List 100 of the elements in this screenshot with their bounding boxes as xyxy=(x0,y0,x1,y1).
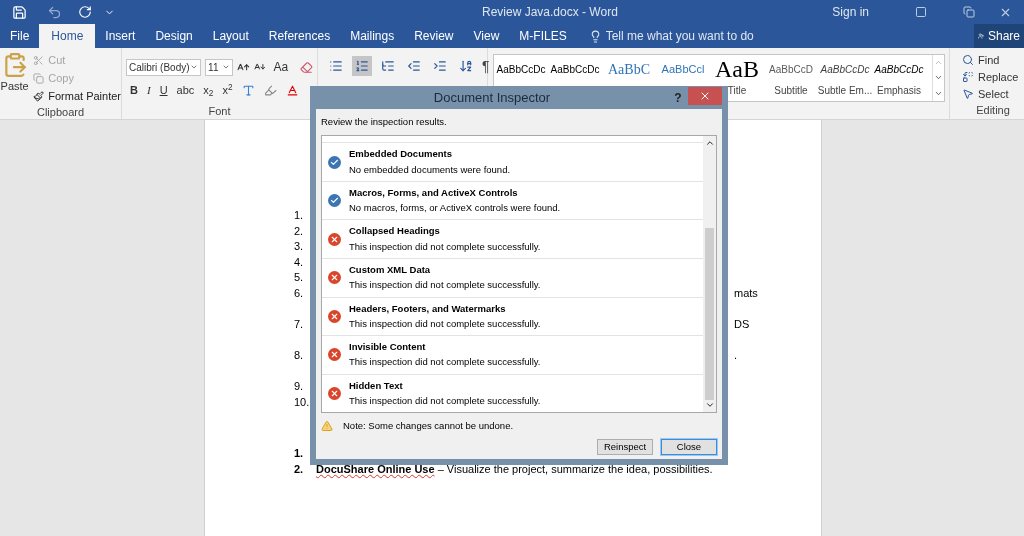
result-title: Collapsed Headings xyxy=(349,224,441,239)
ribbon-tab[interactable]: Insert xyxy=(95,24,146,48)
format-button[interactable]: B xyxy=(130,82,138,99)
format-button[interactable]: U xyxy=(159,82,168,99)
paste-button[interactable]: Paste xyxy=(0,52,30,104)
editing-button[interactable]: Select xyxy=(962,85,1024,103)
error-icon xyxy=(328,387,341,400)
font-size-field[interactable]: 11 xyxy=(205,58,233,76)
dropdown-icon xyxy=(221,63,230,71)
tell-me-placeholder: Tell me what you want to do xyxy=(605,28,754,45)
result-title: Headers, Footers, and Watermarks xyxy=(349,301,507,316)
ribbon-tab[interactable]: View xyxy=(463,24,510,48)
change-case-button[interactable]: Aa xyxy=(273,58,289,76)
ribbon-tab[interactable]: Home xyxy=(39,24,96,48)
paragraph-button[interactable] xyxy=(352,56,372,76)
ribbon-tab[interactable]: Layout xyxy=(202,24,259,48)
clipboard-action[interactable]: Format Painter xyxy=(33,88,121,104)
result-title: Invisible Content xyxy=(349,340,427,355)
list-number: 2. xyxy=(294,461,305,477)
select-icon xyxy=(962,88,974,101)
outdent-icon xyxy=(407,59,421,73)
result-detail: This inspection did not complete successfully. xyxy=(349,316,541,331)
style-item[interactable]: AaB Title xyxy=(710,55,764,101)
list-text: DocuShare Online Use – Visualize the project, summarize the idea, possibilities. xyxy=(316,461,713,477)
error-icon xyxy=(328,271,341,285)
list-number: 7. xyxy=(294,316,305,332)
group-label: Font xyxy=(207,103,232,119)
save-icon[interactable] xyxy=(12,4,27,20)
style-item[interactable]: AaBbCcD Subtitle xyxy=(764,55,818,101)
multilevel-icon xyxy=(381,59,395,73)
sort-icon xyxy=(459,59,473,73)
list-number: 1. xyxy=(294,446,305,461)
redo-icon[interactable] xyxy=(78,5,92,19)
error-icon xyxy=(328,348,341,362)
pilcrow-button[interactable]: ¶ xyxy=(482,56,490,76)
list-number: 8. xyxy=(294,347,305,363)
text-fragment: . xyxy=(734,347,738,361)
warning-icon xyxy=(321,420,333,433)
text-fragment: mats xyxy=(734,285,758,299)
highlighter-icon[interactable] xyxy=(263,83,277,97)
copy-icon xyxy=(33,72,45,84)
share-button[interactable]: Share xyxy=(974,24,1024,48)
list-number: 9. xyxy=(294,378,305,394)
dialog-button[interactable]: Reinspect xyxy=(597,438,653,455)
list-number: 5. xyxy=(294,270,305,285)
style-item[interactable]: AaBbCcDc Emphasis xyxy=(872,55,926,101)
window-title: Review Java.docx - Word xyxy=(482,4,618,21)
font-color-icon[interactable] xyxy=(285,83,299,97)
error-icon xyxy=(328,232,341,246)
numbering-icon xyxy=(355,59,369,73)
result-detail: This inspection did not complete successfully. xyxy=(349,278,541,293)
result-title: Custom XML Data xyxy=(349,263,432,277)
ribbon-tab[interactable]: M-FILES xyxy=(509,24,577,48)
note-text: Note: Some changes cannot be undone. xyxy=(343,419,514,434)
dialog-button[interactable]: Close xyxy=(661,438,717,455)
group-label: Clipboard xyxy=(35,105,86,120)
shrink-font-icon[interactable] xyxy=(253,61,266,73)
list-number: 6. xyxy=(294,285,305,301)
help-button[interactable]: ? xyxy=(668,88,688,107)
ribbon-display-icon[interactable] xyxy=(915,6,927,18)
format-button[interactable]: abc xyxy=(176,82,195,99)
tell-me-field[interactable]: Tell me what you want to do xyxy=(588,24,754,48)
ribbon-tab[interactable]: File xyxy=(0,24,40,48)
format-button[interactable]: x$_{2}$ xyxy=(203,82,214,99)
ribbon-tab[interactable]: Mailings xyxy=(340,24,405,48)
list-number: 4. xyxy=(294,254,305,270)
result-detail: This inspection did not complete successfully. xyxy=(349,239,541,254)
ribbon-tab[interactable]: Design xyxy=(145,24,203,48)
error-icon xyxy=(328,309,341,323)
list-number: 3. xyxy=(294,239,305,254)
painter-icon xyxy=(33,90,45,102)
editing-button[interactable]: Find xyxy=(962,52,1024,69)
editing-button[interactable]: Replace xyxy=(962,68,1024,86)
result-title: Embedded Documents xyxy=(349,147,453,162)
restore-icon[interactable] xyxy=(963,6,975,18)
indent-icon xyxy=(433,59,447,73)
result-title: Macros, Forms, and ActiveX Controls xyxy=(349,185,519,200)
scrollbar[interactable] xyxy=(703,136,716,413)
ribbon-tab[interactable]: References xyxy=(258,24,341,48)
dialog-title: Document Inspector xyxy=(432,88,552,107)
format-button[interactable]: x$^{2}$ xyxy=(222,82,233,99)
cut-icon xyxy=(33,54,45,66)
find-icon xyxy=(962,54,974,67)
text-effects-icon[interactable] xyxy=(241,83,255,97)
result-title: Hidden Text xyxy=(349,378,404,393)
clear-format-icon[interactable] xyxy=(300,60,313,74)
check-icon xyxy=(328,194,341,208)
result-detail: No embedded documents were found. xyxy=(349,162,511,177)
style-item[interactable]: AaBbCcDc Subtle Em... xyxy=(818,55,872,101)
result-detail: This inspection did not complete successfully. xyxy=(349,355,541,370)
ribbon-tab[interactable]: Review xyxy=(404,24,464,48)
group-label: Editing xyxy=(975,103,1011,119)
format-button[interactable]: I xyxy=(146,82,151,99)
list-number: 10. xyxy=(294,394,311,410)
result-detail: This inspection did not complete successfully. xyxy=(349,394,541,408)
list-number: 1. xyxy=(294,208,305,223)
result-detail: No macros, forms, or ActiveX controls were found. xyxy=(349,201,561,216)
sign-in-link[interactable]: Sign in xyxy=(832,3,869,21)
font-name-field[interactable]: Calibri (Body) xyxy=(126,58,202,76)
intro-text: Review the inspection results. xyxy=(321,115,448,129)
